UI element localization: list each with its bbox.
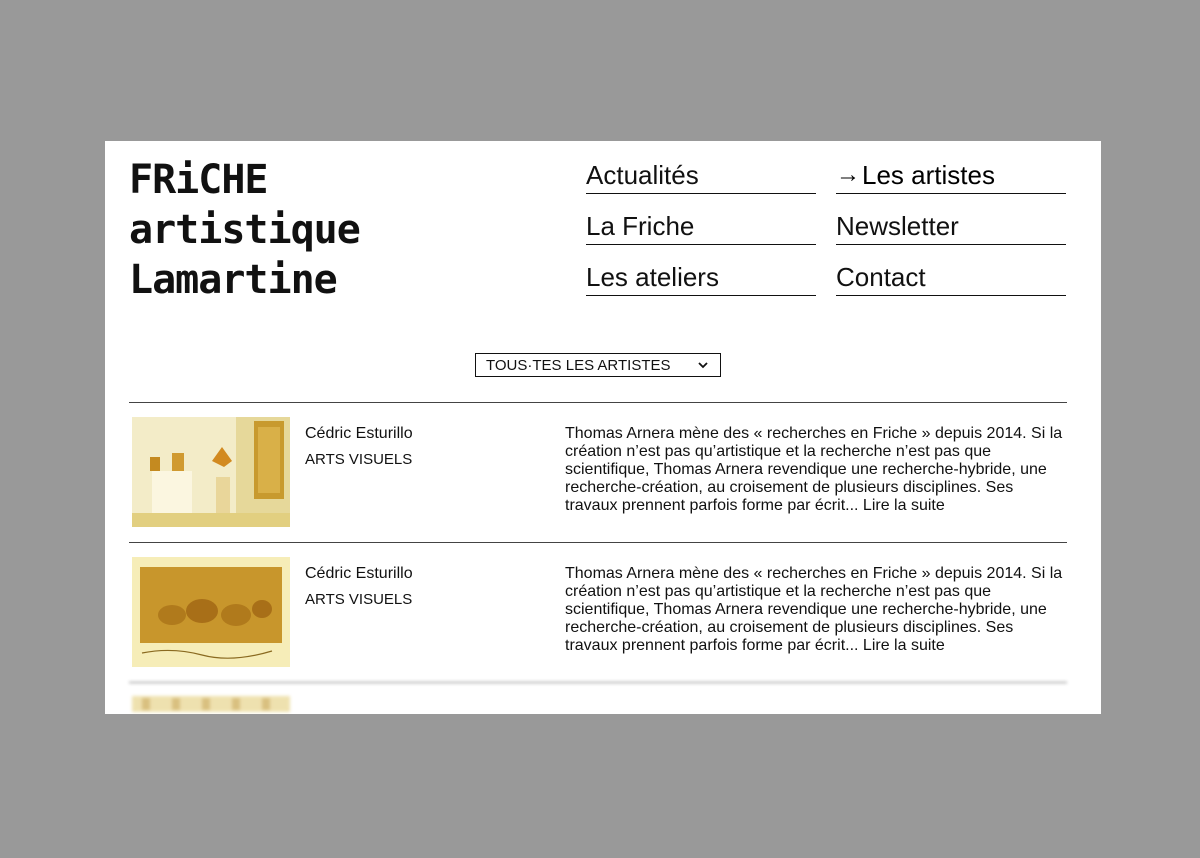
- website-page: FRiCHE artistique Lamartine Actualités →…: [105, 141, 1101, 714]
- nav-label: La Friche: [586, 210, 695, 241]
- chevron-down-icon: [698, 362, 708, 369]
- nav-item-les-artistes[interactable]: → Les artistes: [836, 157, 1066, 194]
- artist-name[interactable]: Cédric Esturillo: [305, 425, 413, 443]
- main-nav: Actualités → Les artistes La Friche News…: [586, 157, 1066, 296]
- artist-thumbnail[interactable]: [132, 557, 290, 667]
- nav-label: Les ateliers: [586, 261, 719, 292]
- artist-category: ARTS VISUELS: [305, 451, 413, 468]
- artist-name[interactable]: Cédric Esturillo: [305, 565, 413, 583]
- nav-label: Newsletter: [836, 210, 959, 241]
- nav-item-la-friche[interactable]: La Friche: [586, 208, 816, 245]
- artist-thumbnail[interactable]: [132, 696, 290, 712]
- nav-label: Contact: [836, 261, 926, 292]
- read-more-link[interactable]: Lire la suite: [863, 497, 945, 514]
- logo-line-3: Lamartine: [129, 257, 338, 303]
- list-item[interactable]: Cédric Esturillo ARTS VISUELS Thomas Arn…: [129, 402, 1067, 542]
- artist-description: Thomas Arnera mène des « recherches en F…: [565, 565, 1065, 655]
- artist-description: Thomas Arnera mène des « recherches en F…: [565, 425, 1065, 515]
- nav-item-contact[interactable]: Contact: [836, 259, 1066, 296]
- nav-item-newsletter[interactable]: Newsletter: [836, 208, 1066, 245]
- artist-thumbnail[interactable]: [132, 417, 290, 527]
- read-more-link[interactable]: Lire la suite: [863, 637, 945, 654]
- description-text: Thomas Arnera mène des « recherches en F…: [565, 565, 1063, 654]
- logo-line-1: FRiCHE: [129, 157, 268, 203]
- arrow-right-icon: →: [836, 161, 860, 188]
- nav-item-les-ateliers[interactable]: Les ateliers: [586, 259, 816, 296]
- artist-category: ARTS VISUELS: [305, 591, 413, 608]
- list-item[interactable]: [129, 682, 1067, 714]
- nav-label: Actualités: [586, 159, 699, 190]
- logo-line-2: artistique: [129, 207, 361, 253]
- filter-label: TOUS·TES LES ARTISTES: [486, 356, 671, 374]
- description-text: Thomas Arnera mène des « recherches en F…: [565, 425, 1063, 514]
- list-item[interactable]: Cédric Esturillo ARTS VISUELS Thomas Arn…: [129, 542, 1067, 682]
- artist-filter-select[interactable]: TOUS·TES LES ARTISTES: [475, 353, 721, 377]
- artist-list: Cédric Esturillo ARTS VISUELS Thomas Arn…: [129, 402, 1067, 714]
- site-logo[interactable]: FRiCHE artistique Lamartine: [129, 155, 361, 305]
- nav-label: Les artistes: [862, 159, 995, 190]
- nav-item-actualites[interactable]: Actualités: [586, 157, 816, 194]
